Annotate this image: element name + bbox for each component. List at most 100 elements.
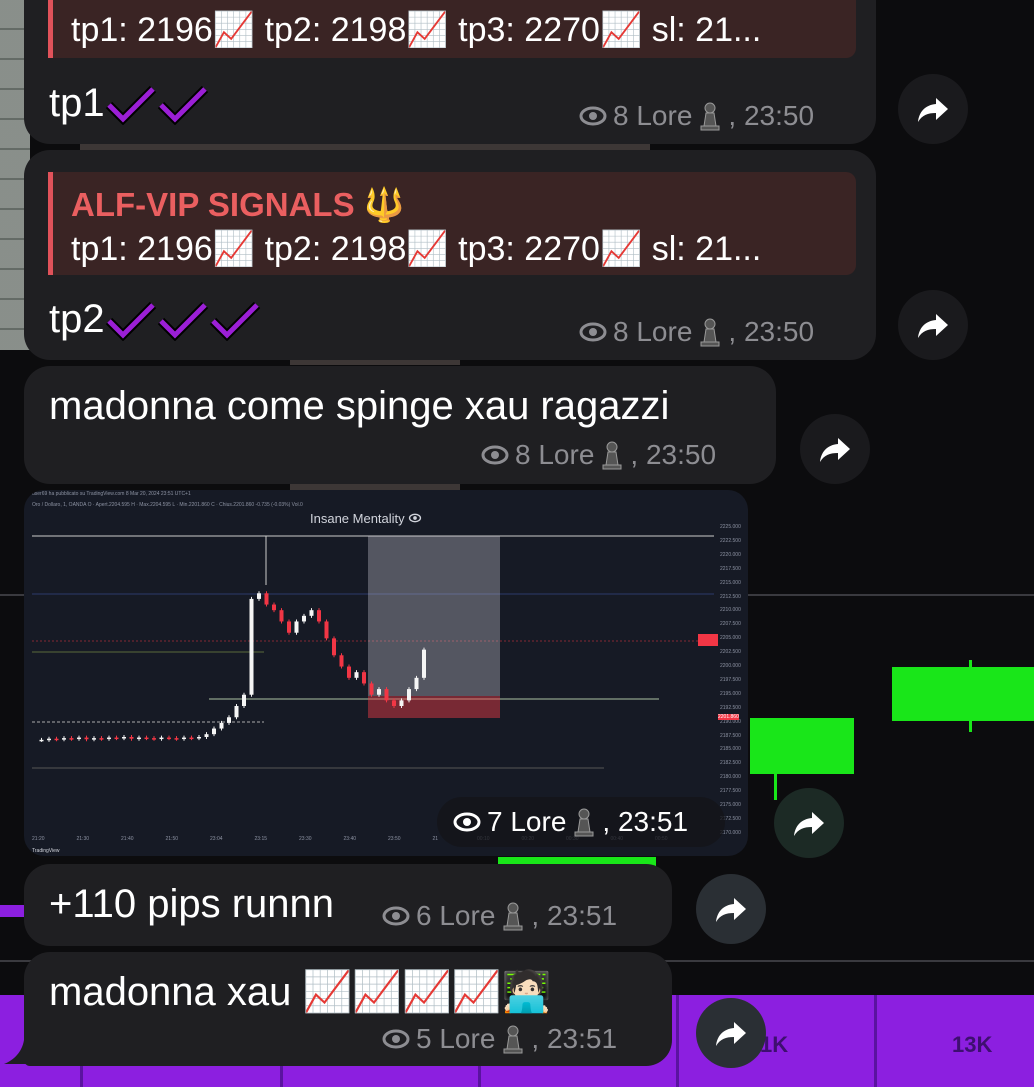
candle	[339, 655, 344, 667]
background-label: 13K	[952, 1032, 993, 1057]
view-count: 8 Lore	[515, 439, 595, 470]
message-bubble[interactable]: ALF-VIP SIGNALS 🔱 tp1: 2196📈 tp2: 2198📈 …	[24, 150, 876, 360]
x-tick-label: 21:30	[76, 836, 90, 842]
candle	[272, 604, 276, 611]
message-bubble[interactable]: tp1: 2196📈 tp2: 2198📈 tp3: 2270📈 sl: 21.…	[24, 0, 876, 144]
candle	[332, 638, 336, 656]
chess-pawn-icon	[574, 808, 594, 837]
candle	[369, 683, 374, 695]
y-tick-label: 2185.000	[720, 746, 741, 753]
message-meta: 8 Lore , 23:50	[481, 439, 716, 471]
forward-button[interactable]	[696, 998, 766, 1068]
chess-pawn-icon	[602, 441, 622, 470]
candle	[107, 737, 111, 740]
y-tick-label: 2180.000	[720, 774, 741, 781]
candle	[39, 739, 44, 742]
message-time: , 23:50	[728, 100, 815, 131]
message-text: +110 pips runnn	[49, 882, 335, 926]
candle	[279, 610, 284, 622]
candle	[129, 737, 134, 739]
candle	[384, 689, 389, 701]
view-count: 8 Lore	[613, 100, 693, 131]
x-tick-label: 23:40	[343, 836, 357, 842]
candle	[77, 737, 81, 740]
candle	[174, 738, 179, 740]
message-bubble[interactable]: +110 pips runnn 6 Lore , 23:51	[24, 864, 672, 946]
chess-pawn-icon	[700, 102, 720, 131]
check-mark-icon	[105, 302, 156, 342]
candle	[257, 593, 261, 599]
forward-arrow-icon	[794, 812, 824, 836]
candle	[219, 722, 224, 729]
forward-button[interactable]	[898, 290, 968, 360]
message-time: , 23:51	[531, 900, 618, 931]
view-count: 5 Lore	[416, 1023, 496, 1054]
y-tick-label: 2222.500	[720, 537, 741, 544]
forward-button[interactable]	[898, 74, 968, 144]
eye-icon	[382, 906, 410, 926]
message-text: madonna come spinge xau ragazzi	[49, 384, 670, 428]
forward-arrow-icon	[716, 1022, 746, 1046]
candle	[212, 728, 216, 735]
eye-icon	[382, 1029, 410, 1049]
candle	[122, 737, 126, 739]
candle	[167, 737, 171, 740]
reply-quote[interactable]: tp1: 2196📈 tp2: 2198📈 tp3: 2270📈 sl: 21.…	[48, 0, 856, 58]
message-meta: 8 Lore , 23:50	[579, 316, 814, 348]
candle	[227, 717, 231, 723]
y-tick-label: 2175.000	[720, 802, 741, 808]
candle	[324, 621, 329, 639]
candle	[182, 737, 186, 740]
price-tag	[698, 634, 718, 646]
y-tick-label: 2177.500	[720, 788, 741, 795]
reply-quote[interactable]: ALF-VIP SIGNALS 🔱 tp1: 2196📈 tp2: 2198📈 …	[48, 172, 856, 275]
message-bubble[interactable]: madonna xau 📈📈📈📈🧑🏻‍💻 5 Lore , 23:51	[24, 952, 672, 1066]
y-tick-label: 2200.000	[720, 663, 741, 669]
message-meta: 8 Lore , 23:50	[579, 100, 814, 132]
chess-pawn-icon	[503, 1025, 523, 1054]
y-tick-label: 2192.500	[720, 704, 741, 711]
message-text: madonna xau 📈📈📈📈🧑🏻‍💻	[49, 970, 552, 1014]
candle	[242, 694, 246, 706]
message-bubble[interactable]: madonna come spinge xau ragazzi 8 Lore ,…	[24, 366, 776, 484]
bubble-tail	[4, 1040, 40, 1064]
y-tick-label: 2212.500	[720, 593, 741, 600]
forward-button[interactable]	[800, 414, 870, 484]
x-tick-label: 23:04	[210, 836, 223, 842]
candle	[362, 672, 366, 684]
background-cell	[676, 995, 679, 1087]
y-tick-label: 2205.000	[720, 635, 741, 642]
check-mark-icon	[105, 86, 156, 126]
candle	[287, 621, 291, 633]
tradingview-logo: TradingView	[32, 848, 60, 854]
candle	[354, 672, 359, 678]
forward-button[interactable]	[696, 874, 766, 944]
candle	[152, 738, 156, 740]
message-time: , 23:50	[630, 439, 717, 470]
x-tick-label: 23:50	[388, 836, 401, 842]
y-tick-label: 2197.500	[720, 676, 741, 683]
forward-arrow-icon	[918, 98, 948, 122]
y-tick-label: 2202.500	[720, 649, 741, 656]
view-count: 6 Lore	[416, 900, 496, 931]
candle	[159, 737, 164, 740]
candle	[144, 737, 149, 740]
forward-button[interactable]	[774, 788, 844, 858]
eye-icon	[579, 106, 607, 126]
y-tick-label: 2182.500	[720, 760, 741, 767]
eye-icon	[453, 812, 481, 832]
eye-icon	[481, 445, 509, 465]
message-meta: 5 Lore , 23:51	[382, 1023, 617, 1055]
candle	[399, 700, 404, 706]
message-text: tp1	[49, 81, 209, 126]
candle	[189, 737, 194, 740]
candle	[302, 615, 306, 622]
candle	[377, 689, 381, 695]
view-count: 7 Lore	[487, 806, 567, 837]
x-tick-label: 23:15	[254, 836, 268, 842]
candle	[309, 610, 314, 616]
reply-sender-name: ALF-VIP SIGNALS 🔱	[71, 186, 405, 223]
background-candle-wick	[774, 770, 777, 800]
target-zone	[368, 536, 500, 696]
forward-arrow-icon	[716, 898, 746, 922]
